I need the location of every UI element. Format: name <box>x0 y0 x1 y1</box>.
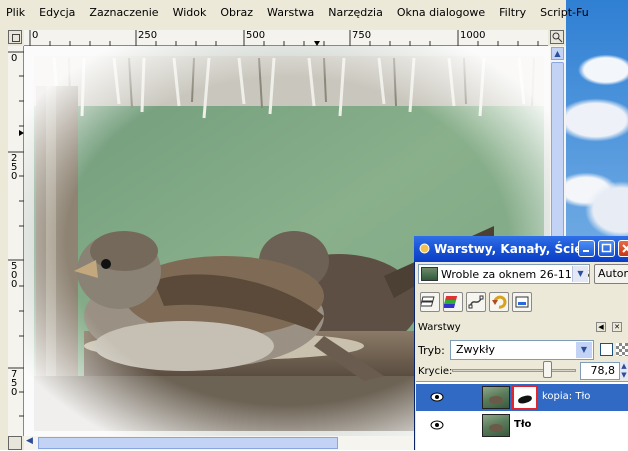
layers-icon <box>419 296 435 307</box>
menu-edycja[interactable]: Edycja <box>39 6 75 19</box>
eye-icon[interactable] <box>430 420 444 430</box>
mode-value: Zwykły <box>456 343 496 356</box>
lock-alpha-checkbox[interactable] <box>600 343 613 356</box>
menu-filtry[interactable]: Filtry <box>499 6 526 19</box>
close-button[interactable] <box>618 240 628 257</box>
ruler-label: 1000 <box>460 30 486 41</box>
menu-widok[interactable]: Widok <box>173 6 207 19</box>
chevron-down-icon[interactable]: ▼ <box>572 266 588 282</box>
eye-icon[interactable] <box>430 392 444 402</box>
menu-warstwa[interactable]: Warstwa <box>267 6 314 19</box>
menu-script-fu[interactable]: Script-Fu <box>540 6 589 19</box>
navigate-button[interactable] <box>550 30 564 44</box>
minimize-button[interactable] <box>578 240 595 257</box>
maximize-icon <box>601 243 612 253</box>
menu-okna-dialogowe[interactable]: Okna dialogowe <box>397 6 485 19</box>
tab-images[interactable] <box>512 292 532 312</box>
ruler-label: 750 <box>11 369 18 398</box>
image-selector-value: Wroble za oknem 26-11-05r 004 <box>441 267 590 281</box>
gimp-icon <box>419 243 430 254</box>
horizontal-scrollbar[interactable]: ◀ <box>24 436 434 450</box>
tab-menu-button[interactable]: ◀ <box>596 322 606 332</box>
ruler-label: 250 <box>11 153 18 182</box>
channels-icon <box>442 296 458 308</box>
magnifier-icon <box>552 32 563 43</box>
layer-thumbnail[interactable] <box>482 414 510 437</box>
layer-name[interactable]: kopia: Tło <box>542 391 590 402</box>
layers-list: kopia: Tło Tło <box>416 381 628 451</box>
vertical-ruler[interactable]: 0 250 500 750 <box>8 46 24 436</box>
layer-thumbnail[interactable] <box>482 386 510 409</box>
dock-titlebar[interactable]: Warstwy, Kanały, Ście... <box>414 236 628 262</box>
menu-bar: Plik Edycja Zaznaczenie Widok Obraz Wars… <box>0 0 589 24</box>
ruler-label: 250 <box>138 30 158 41</box>
horizontal-scroll-thumb[interactable] <box>38 437 338 449</box>
tab-channels[interactable] <box>442 292 463 312</box>
chevron-down-icon[interactable]: ▼ <box>576 342 592 358</box>
tab-paths[interactable] <box>466 292 486 312</box>
opacity-spin-buttons[interactable]: ▲ ▼ <box>620 362 628 380</box>
dock-title: Warstwy, Kanały, Ście... <box>434 242 597 256</box>
menu-obraz[interactable]: Obraz <box>220 6 253 19</box>
undo-icon <box>492 295 507 309</box>
paths-icon <box>468 295 484 309</box>
mode-label: Tryb: <box>418 344 445 357</box>
image-menu-button[interactable] <box>8 30 22 44</box>
ruler-label: 0 <box>32 30 39 41</box>
quick-mask-toggle[interactable] <box>8 436 22 450</box>
layer-row[interactable]: kopia: Tło <box>416 384 628 411</box>
ruler-label: 500 <box>246 30 266 41</box>
minimize-icon <box>583 250 589 252</box>
image-selector[interactable]: Wroble za oknem 26-11-05r 004 ▼ <box>418 264 590 284</box>
ruler-label: 500 <box>11 261 18 290</box>
ruler-label: 0 <box>11 53 18 64</box>
opacity-input[interactable]: 78,8 <box>580 362 620 380</box>
horizontal-ruler[interactable]: 0 250 500 750 1000 <box>24 30 548 46</box>
tab-close-button[interactable]: ✕ <box>612 322 622 332</box>
image-thumbnail <box>421 267 438 281</box>
close-icon <box>622 244 628 253</box>
ruler-label: 750 <box>352 30 372 41</box>
menu-zaznaczenie[interactable]: Zaznaczenie <box>89 6 158 19</box>
layer-row[interactable]: Tło <box>416 412 628 439</box>
tab-undo-history[interactable] <box>489 292 509 312</box>
opacity-label: Krycie: <box>418 366 453 377</box>
menu-narzedzia[interactable]: Narzędzia <box>328 6 383 19</box>
transparency-icon <box>616 343 628 356</box>
tab-layers[interactable] <box>419 292 440 312</box>
mode-select[interactable]: Zwykły ▼ <box>450 340 594 360</box>
section-label: Warstwy <box>418 322 461 333</box>
layer-mask-thumbnail[interactable] <box>512 385 538 410</box>
maximize-button[interactable] <box>598 240 615 257</box>
auto-button[interactable]: Autom <box>594 264 628 284</box>
opacity-slider[interactable] <box>452 369 576 372</box>
layer-name[interactable]: Tło <box>514 419 531 430</box>
image-icon <box>515 296 529 308</box>
scroll-left-arrow-icon[interactable]: ◀ <box>26 436 33 446</box>
menu-plik[interactable]: Plik <box>6 6 25 19</box>
scroll-up-arrow-icon[interactable]: ▲ <box>551 47 564 60</box>
opacity-slider-handle[interactable] <box>542 361 552 378</box>
